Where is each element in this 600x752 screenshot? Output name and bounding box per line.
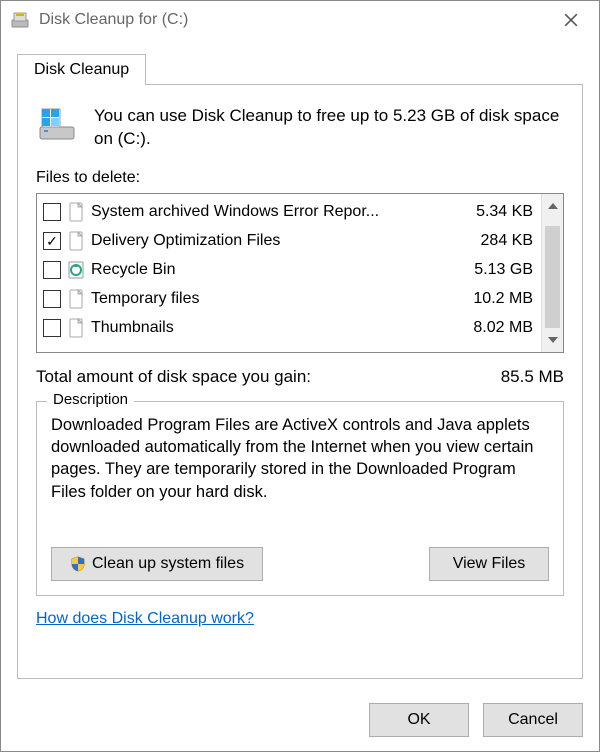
cancel-button[interactable]: Cancel: [483, 703, 583, 737]
view-files-button[interactable]: View Files: [429, 547, 549, 581]
scroll-thumb[interactable]: [545, 226, 560, 328]
list-item-label: Thumbnails: [91, 319, 443, 337]
checkbox[interactable]: [43, 261, 61, 279]
view-files-label: View Files: [453, 555, 526, 573]
dialog-buttons: OK Cancel: [1, 693, 599, 751]
files-list-items: System archived Windows Error Repor...5.…: [37, 194, 541, 352]
titlebar: Disk Cleanup for (C:): [1, 1, 599, 39]
list-item[interactable]: ✓ Delivery Optimization Files284 KB: [43, 227, 533, 256]
list-item-label: Temporary files: [91, 290, 443, 308]
disk-cleanup-icon: [11, 11, 29, 29]
scroll-track[interactable]: [542, 218, 563, 328]
cancel-label: Cancel: [508, 711, 558, 729]
file-icon: [67, 318, 85, 338]
list-item-size: 284 KB: [443, 232, 533, 250]
checkbox[interactable]: [43, 203, 61, 221]
ok-label: OK: [407, 711, 430, 729]
close-button[interactable]: [551, 5, 591, 35]
list-item-label: Delivery Optimization Files: [91, 232, 443, 250]
scrollbar[interactable]: [541, 194, 563, 352]
list-item-label: Recycle Bin: [91, 261, 443, 279]
list-item[interactable]: Thumbnails8.02 MB: [43, 314, 533, 343]
description-text: Downloaded Program Files are ActiveX con…: [51, 414, 549, 503]
list-item[interactable]: System archived Windows Error Repor...5.…: [43, 198, 533, 227]
ok-button[interactable]: OK: [369, 703, 469, 737]
window-body: Disk Cleanup You can use Disk Cleanup to…: [1, 39, 599, 693]
file-icon: [67, 202, 85, 222]
disk-cleanup-window: Disk Cleanup for (C:) Disk Cleanup: [0, 0, 600, 752]
list-item-size: 8.02 MB: [443, 319, 533, 337]
total-label: Total amount of disk space you gain:: [36, 367, 501, 387]
files-listbox: System archived Windows Error Repor...5.…: [36, 193, 564, 353]
files-to-delete-label: Files to delete:: [36, 169, 564, 187]
total-value: 85.5 MB: [501, 367, 564, 387]
intro-row: You can use Disk Cleanup to free up to 5…: [36, 103, 564, 151]
description-group: Description Downloaded Program Files are…: [36, 401, 564, 596]
description-legend: Description: [47, 391, 134, 408]
list-item[interactable]: Recycle Bin5.13 GB: [43, 256, 533, 285]
shield-icon: [70, 556, 86, 572]
checkbox[interactable]: [43, 319, 61, 337]
drive-icon: [36, 103, 78, 145]
list-item-size: 10.2 MB: [443, 290, 533, 308]
tabs-header: Disk Cleanup: [17, 53, 583, 85]
list-item-size: 5.13 GB: [443, 261, 533, 279]
tab-disk-cleanup[interactable]: Disk Cleanup: [17, 54, 146, 85]
checkbox[interactable]: ✓: [43, 232, 61, 250]
list-item[interactable]: Temporary files10.2 MB: [43, 285, 533, 314]
scroll-up-button[interactable]: [542, 194, 563, 218]
window-title: Disk Cleanup for (C:): [39, 11, 551, 29]
cleanup-system-files-label: Clean up system files: [92, 555, 244, 573]
intro-text: You can use Disk Cleanup to free up to 5…: [94, 103, 564, 151]
list-item-label: System archived Windows Error Repor...: [91, 203, 443, 221]
scroll-down-button[interactable]: [542, 328, 563, 352]
file-icon: [67, 231, 85, 251]
help-link[interactable]: How does Disk Cleanup work?: [36, 610, 564, 628]
list-item-size: 5.34 KB: [443, 203, 533, 221]
total-row: Total amount of disk space you gain: 85.…: [36, 367, 564, 387]
file-icon: [67, 289, 85, 309]
description-buttons: Clean up system files View Files: [51, 547, 549, 581]
disk-cleanup-panel: You can use Disk Cleanup to free up to 5…: [17, 85, 583, 679]
checkbox[interactable]: [43, 290, 61, 308]
recycle-bin-icon: [67, 260, 85, 280]
cleanup-system-files-button[interactable]: Clean up system files: [51, 547, 263, 581]
